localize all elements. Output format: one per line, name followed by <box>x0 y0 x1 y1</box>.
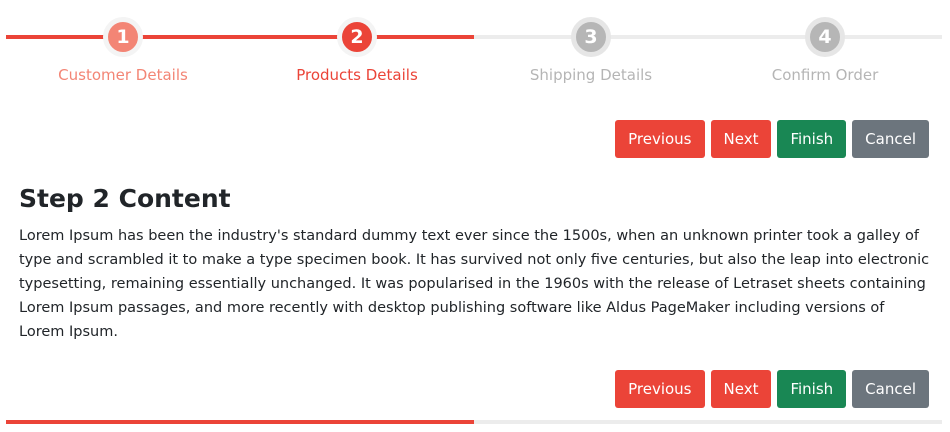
step-shipping-details[interactable]: 3 Shipping Details <box>474 16 708 96</box>
step-confirm-order[interactable]: 4 Confirm Order <box>708 16 942 96</box>
previous-button[interactable]: Previous <box>615 120 705 158</box>
step-number-badge: 3 <box>571 17 611 57</box>
next-button[interactable]: Next <box>710 120 772 158</box>
finish-button[interactable]: Finish <box>777 370 847 408</box>
step-label: Shipping Details <box>529 66 653 84</box>
step-content-title: Step 2 Content <box>19 184 231 213</box>
step-label: Customer Details <box>58 66 188 84</box>
step-number-badge: 2 <box>337 17 377 57</box>
finish-button[interactable]: Finish <box>777 120 847 158</box>
wizard-progress-fill <box>6 420 474 424</box>
step-customer-details[interactable]: 1 Customer Details <box>6 16 240 96</box>
cancel-button[interactable]: Cancel <box>852 120 929 158</box>
cancel-button[interactable]: Cancel <box>852 370 929 408</box>
step-number-badge: 1 <box>103 17 143 57</box>
step-content: Step 2 Content Lorem Ipsum has been the … <box>19 182 931 344</box>
bottom-toolbar: Previous Next Finish Cancel <box>615 370 929 408</box>
stepper: 1 Customer Details 2 Products Details 3 … <box>6 16 942 96</box>
step-content-body: Lorem Ipsum has been the industry's stan… <box>19 228 930 340</box>
top-toolbar: Previous Next Finish Cancel <box>615 120 929 158</box>
previous-button[interactable]: Previous <box>615 370 705 408</box>
step-label: Confirm Order <box>771 66 879 84</box>
step-number-badge: 4 <box>805 17 845 57</box>
step-products-details[interactable]: 2 Products Details <box>240 16 474 96</box>
wizard-progress-bar <box>6 420 942 424</box>
next-button[interactable]: Next <box>710 370 772 408</box>
step-label: Products Details <box>296 66 418 84</box>
